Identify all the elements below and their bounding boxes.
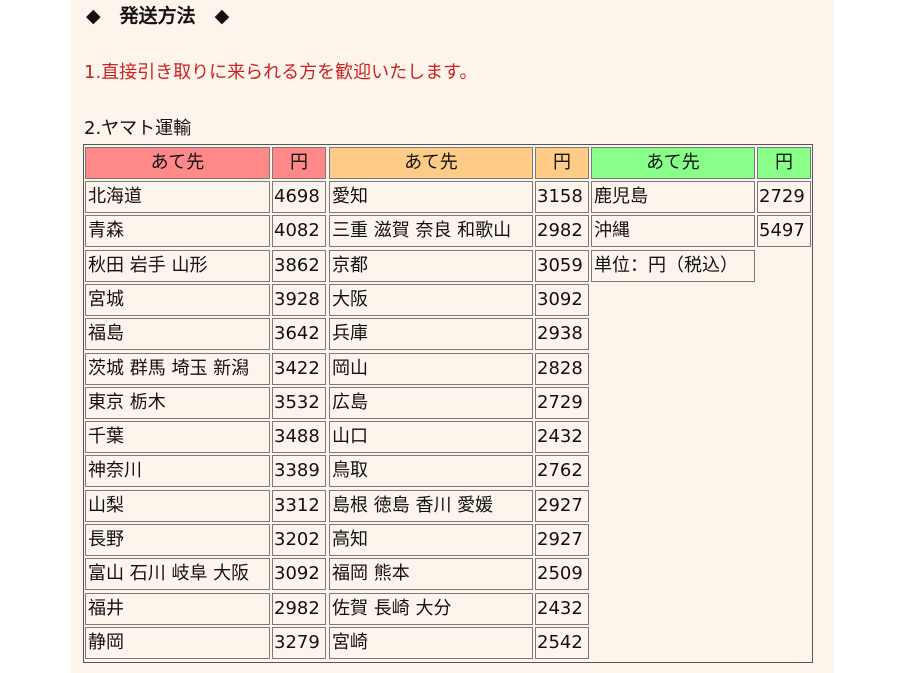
- destination-cell: 愛知: [329, 181, 533, 213]
- price-cell: 2509: [535, 558, 589, 590]
- price-cell: 2762: [535, 455, 589, 487]
- destination-cell: 沖縄: [591, 215, 755, 247]
- price-cell: 4698: [272, 181, 326, 213]
- destination-cell: 茨城 群馬 埼玉 新潟: [85, 353, 270, 385]
- price-cell: 2927: [535, 524, 589, 556]
- destination-cell: 三重 滋賀 奈良 和歌山: [329, 215, 533, 247]
- price-cell: 2432: [535, 593, 589, 625]
- page-heading: ◆ 発送方法 ◆: [86, 5, 230, 27]
- destination-cell: 鹿児島: [591, 181, 755, 213]
- column-header-price: 円: [535, 147, 589, 179]
- column-header-price: 円: [272, 147, 326, 179]
- price-cell: 2938: [535, 318, 589, 350]
- price-cell: 3389: [272, 455, 326, 487]
- unit-note: 単位：円（税込）: [591, 250, 755, 282]
- destination-cell: 京都: [329, 250, 533, 282]
- destination-cell: 福岡 熊本: [329, 558, 533, 590]
- destination-cell: 兵庫: [329, 318, 533, 350]
- destination-cell: 神奈川: [85, 455, 270, 487]
- price-cell: 3092: [272, 558, 326, 590]
- price-cell: 3532: [272, 387, 326, 419]
- destination-cell: 長野: [85, 524, 270, 556]
- column-header-price: 円: [757, 147, 811, 179]
- price-cell: 2927: [535, 490, 589, 522]
- destination-cell: 静岡: [85, 627, 270, 659]
- destination-cell: 千葉: [85, 421, 270, 453]
- price-cell: 3642: [272, 318, 326, 350]
- destination-cell: 大阪: [329, 284, 533, 316]
- destination-cell: 北海道: [85, 181, 270, 213]
- price-cell: 3202: [272, 524, 326, 556]
- destination-cell: 富山 石川 岐阜 大阪: [85, 558, 270, 590]
- price-cell: 2729: [757, 181, 811, 213]
- destination-cell: 島根 徳島 香川 愛媛: [329, 490, 533, 522]
- price-cell: 3422: [272, 353, 326, 385]
- price-cell: 3158: [535, 181, 589, 213]
- destination-cell: 広島: [329, 387, 533, 419]
- destination-cell: 福井: [85, 593, 270, 625]
- destination-cell: 宮崎: [329, 627, 533, 659]
- price-cell: 4082: [272, 215, 326, 247]
- column-header-destination: あて先: [85, 147, 270, 179]
- destination-cell: 福島: [85, 318, 270, 350]
- price-cell: 3488: [272, 421, 326, 453]
- price-cell: 2432: [535, 421, 589, 453]
- destination-cell: 岡山: [329, 353, 533, 385]
- destination-cell: 鳥取: [329, 455, 533, 487]
- destination-cell: 山梨: [85, 490, 270, 522]
- price-cell: 3092: [535, 284, 589, 316]
- destination-cell: 青森: [85, 215, 270, 247]
- column-header-destination: あて先: [329, 147, 533, 179]
- price-cell: 3928: [272, 284, 326, 316]
- pickup-notice: 1.直接引き取りに来られる方を歓迎いたします。: [84, 62, 478, 83]
- price-cell: 3862: [272, 250, 326, 282]
- section-title: 2.ヤマト運輸: [84, 118, 192, 139]
- destination-cell: 高知: [329, 524, 533, 556]
- destination-cell: 東京 栃木: [85, 387, 270, 419]
- destination-cell: 宮城: [85, 284, 270, 316]
- price-cell: 2542: [535, 627, 589, 659]
- price-cell: 3059: [535, 250, 589, 282]
- price-cell: 2982: [535, 215, 589, 247]
- destination-cell: 山口: [329, 421, 533, 453]
- price-cell: 2828: [535, 353, 589, 385]
- destination-cell: 秋田 岩手 山形: [85, 250, 270, 282]
- price-cell: 5497: [757, 215, 811, 247]
- price-cell: 2982: [272, 593, 326, 625]
- destination-cell: 佐賀 長崎 大分: [329, 593, 533, 625]
- price-cell: 3312: [272, 490, 326, 522]
- price-cell: 2729: [535, 387, 589, 419]
- column-header-destination: あて先: [591, 147, 755, 179]
- price-cell: 3279: [272, 627, 326, 659]
